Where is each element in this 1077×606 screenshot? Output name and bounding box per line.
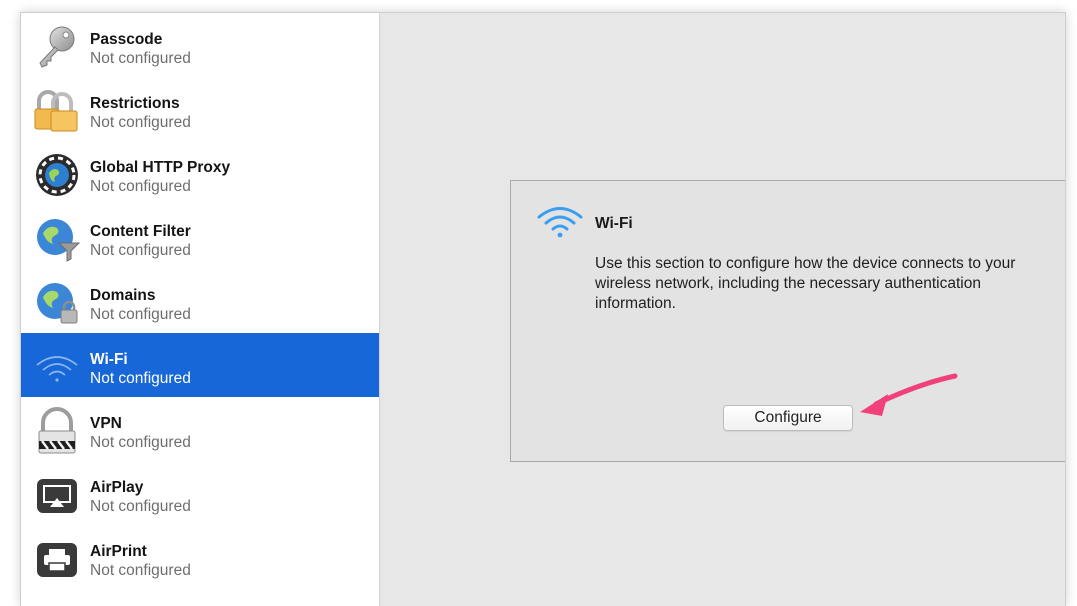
sidebar-item-vpn[interactable]: VPN Not configured bbox=[21, 397, 379, 461]
arrow-annotation bbox=[860, 373, 958, 416]
profile-editor-frame: Passcode Not configured Restrictions Not… bbox=[20, 12, 1066, 606]
sidebar-item-restrictions[interactable]: Restrictions Not configured bbox=[21, 77, 379, 141]
sidebar-item-status: Not configured bbox=[90, 50, 191, 67]
sidebar-item-title: Content Filter bbox=[90, 223, 191, 240]
sidebar-item-title: AirPrint bbox=[90, 543, 147, 560]
sidebar-item-status: Not configured bbox=[90, 306, 191, 323]
sidebar-item-airplay[interactable]: AirPlay Not configured bbox=[21, 461, 379, 525]
sidebar-item-airprint[interactable]: AirPrint Not configured bbox=[21, 525, 379, 589]
sidebar-item-status: Not configured bbox=[90, 178, 191, 195]
panel-description: Use this section to configure how the de… bbox=[595, 255, 1016, 312]
sidebar-item-title: VPN bbox=[90, 415, 122, 432]
wifi-icon bbox=[537, 203, 583, 243]
sidebar-item-status: Not configured bbox=[90, 562, 191, 579]
sidebar-item-title: Passcode bbox=[90, 31, 163, 48]
detail-pane: Wi-Fi Use this section to configure how … bbox=[380, 13, 1065, 606]
sidebar-item-global-http-proxy[interactable]: Global HTTP Proxy Not configured bbox=[21, 141, 379, 205]
sidebar-item-title: Domains bbox=[90, 287, 156, 304]
sidebar-item-content-filter[interactable]: Content Filter Not configured bbox=[21, 205, 379, 269]
sidebar-item-title: AirPlay bbox=[90, 479, 144, 496]
payload-sidebar: Passcode Not configured Restrictions Not… bbox=[21, 13, 380, 606]
sidebar-item-status: Not configured bbox=[90, 114, 191, 131]
sidebar-item-title: Restrictions bbox=[90, 95, 180, 112]
vpn-lock-icon bbox=[33, 407, 81, 455]
printer-icon bbox=[33, 535, 81, 583]
key-icon bbox=[33, 23, 81, 71]
sidebar-item-wifi[interactable]: Wi-Fi Not configured bbox=[21, 333, 379, 397]
sidebar-item-title: Global HTTP Proxy bbox=[90, 159, 231, 176]
panel-title: Wi-Fi bbox=[595, 215, 633, 232]
app-window: Passcode Not configured Restrictions Not… bbox=[0, 0, 1077, 606]
wifi-info-panel: Wi-Fi Use this section to configure how … bbox=[510, 180, 1065, 462]
sidebar-item-domains[interactable]: Domains Not configured bbox=[21, 269, 379, 333]
sidebar-item-status: Not configured bbox=[90, 498, 191, 515]
sidebar-item-status: Not configured bbox=[90, 370, 191, 387]
sidebar-item-passcode[interactable]: Passcode Not configured bbox=[21, 13, 379, 77]
airplay-icon bbox=[33, 471, 81, 519]
sidebar-item-status: Not configured bbox=[90, 434, 191, 451]
globe-lock-icon bbox=[33, 279, 81, 327]
wifi-icon bbox=[33, 343, 81, 391]
globe-proxy-icon bbox=[33, 151, 81, 199]
sidebar-item-status: Not configured bbox=[90, 242, 191, 259]
globe-filter-icon bbox=[33, 215, 81, 263]
padlocks-icon bbox=[33, 87, 81, 135]
sidebar-item-title: Wi-Fi bbox=[90, 351, 128, 368]
configure-button[interactable]: Configure bbox=[723, 405, 853, 431]
